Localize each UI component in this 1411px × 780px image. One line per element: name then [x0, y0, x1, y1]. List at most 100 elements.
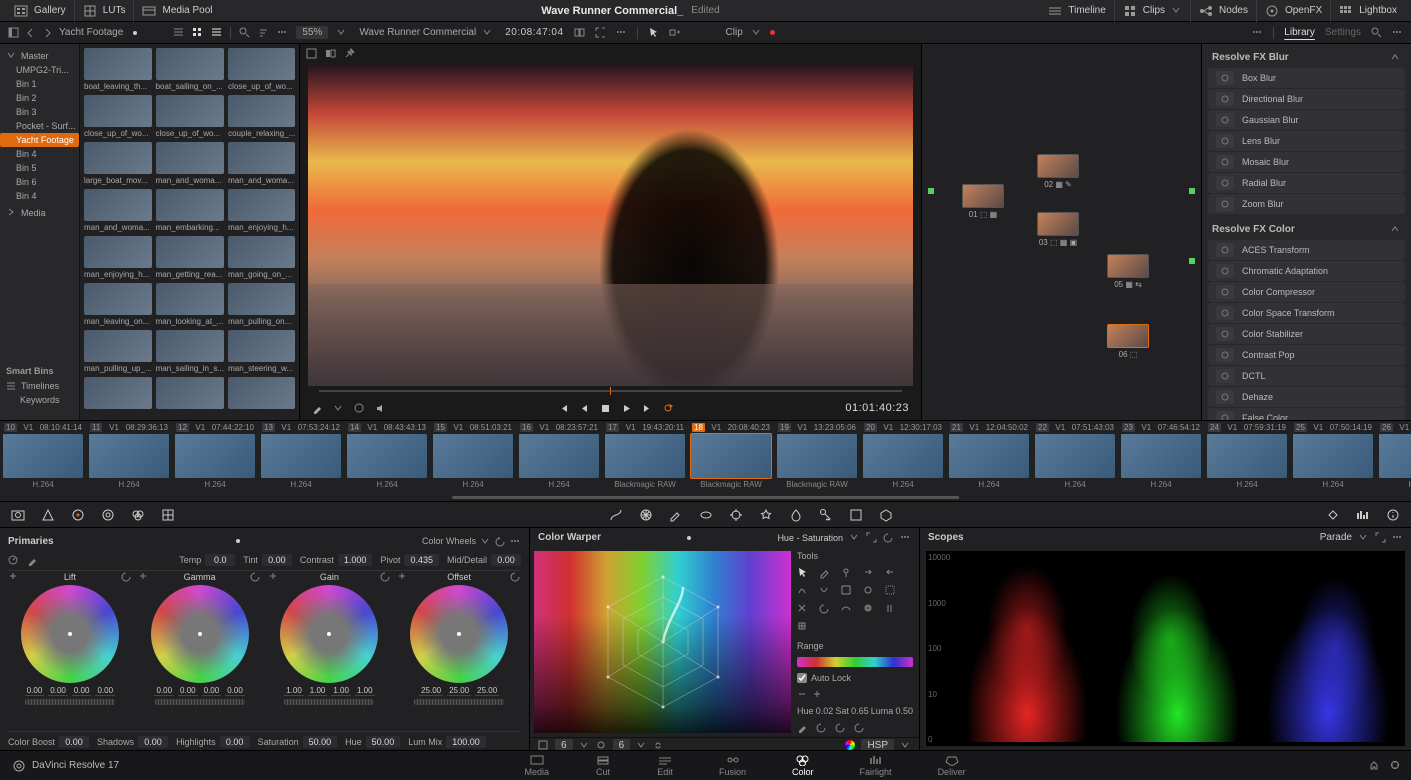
smartbin-keywords[interactable]: Keywords — [0, 393, 79, 407]
bin-item[interactable]: Bin 4 — [0, 189, 79, 203]
primaries-icon[interactable] — [70, 507, 86, 523]
clip-cell[interactable]: 13V107:53:24:12H.264 — [258, 421, 344, 493]
fx-item[interactable]: Radial Blur — [1208, 173, 1405, 193]
color-wheel-gamma[interactable]: Gamma0.000.000.000.00 — [138, 571, 262, 731]
reset-icon[interactable] — [883, 532, 894, 543]
bin-item[interactable]: Bin 3 — [0, 105, 79, 119]
mid-value[interactable]: 0.00 — [491, 554, 521, 566]
chevron-down-icon[interactable] — [751, 27, 762, 38]
reset-icon[interactable] — [380, 571, 391, 582]
expand-icon[interactable] — [866, 532, 877, 543]
page-cut[interactable]: Cut — [589, 752, 617, 779]
sort-icon[interactable] — [258, 27, 269, 38]
auto-balance-icon[interactable] — [8, 555, 19, 566]
fx-item[interactable]: Zoom Blur — [1208, 194, 1405, 214]
page-color[interactable]: Color — [786, 752, 820, 779]
color-match-icon[interactable] — [40, 507, 56, 523]
range-gradient[interactable] — [797, 657, 913, 667]
clip-label[interactable]: Clip — [726, 27, 743, 38]
wheel-value[interactable]: 0.00 — [202, 686, 222, 696]
viewer-image[interactable] — [308, 66, 913, 386]
viewmode-list-icon[interactable] — [173, 27, 184, 38]
warper-mode[interactable]: Hue - Saturation — [777, 533, 843, 543]
step-back-icon[interactable] — [579, 403, 590, 414]
play-icon[interactable] — [621, 403, 632, 414]
reset-icon[interactable] — [854, 722, 865, 733]
fx-item[interactable]: Color Stabilizer — [1208, 324, 1405, 344]
goto-start-icon[interactable] — [558, 403, 569, 414]
lightbox-toggle[interactable]: Lightbox — [1330, 0, 1405, 22]
expand-icon[interactable] — [1375, 532, 1386, 543]
fx-item[interactable]: Chromatic Adaptation — [1208, 261, 1405, 281]
reset-all-icon[interactable] — [797, 621, 815, 635]
warper-hue-value[interactable]: 0.02 — [816, 706, 834, 716]
media-thumbnail[interactable]: close_up_of_wo... — [228, 48, 295, 91]
keyframes-icon[interactable] — [1325, 507, 1341, 523]
grid-view-icon[interactable] — [538, 740, 549, 751]
media-thumbnail[interactable]: close_up_of_wo... — [84, 95, 152, 138]
chevron-down-icon[interactable] — [849, 532, 860, 543]
reset-icon[interactable] — [835, 722, 846, 733]
wheel-value[interactable]: 1.00 — [355, 686, 375, 696]
wheel-target-icon[interactable] — [138, 571, 149, 582]
chevron-down-icon[interactable] — [480, 536, 491, 547]
luts-toggle[interactable]: LUTs — [74, 0, 134, 22]
fx-group-color-header[interactable]: Resolve FX Color — [1202, 220, 1411, 239]
picker-icon[interactable] — [27, 555, 38, 566]
node-06[interactable]: 06 ⬚ — [1107, 324, 1149, 359]
increase-falloff-icon[interactable] — [797, 585, 815, 599]
jog-wheel[interactable] — [25, 699, 115, 705]
rgb-mixer-icon[interactable] — [130, 507, 146, 523]
clip-cell[interactable]: 22V107:51:43:03H.264 — [1032, 421, 1118, 493]
search-icon[interactable] — [239, 27, 250, 38]
fx-item[interactable]: Mosaic Blur — [1208, 152, 1405, 172]
bin-item[interactable]: Pocket - Surf... — [0, 119, 79, 133]
options-icon[interactable] — [1252, 27, 1263, 38]
colorboost-value[interactable]: 0.00 — [59, 736, 89, 748]
warper-luma-value[interactable]: 0.50 — [895, 706, 913, 716]
goto-end-icon[interactable] — [642, 403, 653, 414]
clip-cell[interactable]: 15V108:51:03:21H.264 — [430, 421, 516, 493]
reset-icon[interactable] — [510, 571, 521, 582]
pin-tool-icon[interactable] — [841, 567, 859, 581]
media-thumbnail[interactable]: man_and_woma... — [156, 142, 224, 185]
media-thumbnail[interactable] — [156, 377, 224, 411]
hue-value[interactable]: 50.00 — [366, 736, 401, 748]
shadows-value[interactable]: 0.00 — [138, 736, 168, 748]
nav-fwd-icon[interactable] — [42, 27, 53, 38]
chevron-down-icon[interactable] — [636, 740, 647, 751]
options-icon[interactable] — [1392, 27, 1403, 38]
sizing-icon[interactable] — [848, 507, 864, 523]
fx-item[interactable]: Lens Blur — [1208, 131, 1405, 151]
wheel-value[interactable]: 25.00 — [475, 686, 499, 696]
blur-palette-icon[interactable] — [788, 507, 804, 523]
wheel-value[interactable]: 0.00 — [72, 686, 92, 696]
gallery-toggle[interactable]: Gallery — [6, 0, 74, 22]
clip-cell[interactable]: 20V112:30:17:03H.264 — [860, 421, 946, 493]
wheel-value[interactable]: 0.00 — [154, 686, 174, 696]
clip-scrollbar[interactable] — [0, 493, 1411, 501]
node-05[interactable]: 05 ▦ ⇆ — [1107, 254, 1149, 289]
sidebar-toggle-icon[interactable] — [8, 27, 19, 38]
warper-grid[interactable] — [534, 551, 791, 733]
rings-icon[interactable] — [596, 740, 607, 751]
fx-group-blur-header[interactable]: Resolve FX Blur — [1202, 48, 1411, 67]
home-icon[interactable] — [1369, 760, 1380, 771]
tracking-icon[interactable] — [728, 507, 744, 523]
node-graph[interactable]: 01 ⬚ ▦ 02 ▦ ✎ 03 ⬚ ▦ ▣ 05 ▦ ⇆ 06 ⬚ — [921, 44, 1201, 420]
media-thumbnail[interactable] — [228, 377, 295, 411]
reel-name[interactable]: Wave Runner Commercial — [359, 27, 476, 38]
bin-item[interactable]: Bin 6 — [0, 175, 79, 189]
tint-value[interactable]: 0.00 — [262, 554, 292, 566]
node-01[interactable]: 01 ⬚ ▦ — [962, 184, 1004, 219]
page-edit[interactable]: Edit — [651, 752, 679, 779]
invert-selection-icon[interactable] — [841, 585, 859, 599]
bin-item[interactable]: Bin 1 — [0, 77, 79, 91]
saturation-value[interactable]: 50.00 — [303, 736, 338, 748]
wheel-value[interactable]: 1.00 — [331, 686, 351, 696]
split-icon[interactable] — [325, 48, 336, 59]
media-thumbnail[interactable]: man_getting_rea... — [156, 236, 224, 279]
autolock-checkbox[interactable]: Auto Lock — [797, 673, 913, 683]
temp-value[interactable]: 0.0 — [205, 554, 235, 566]
chevron-down-icon[interactable] — [333, 403, 344, 414]
